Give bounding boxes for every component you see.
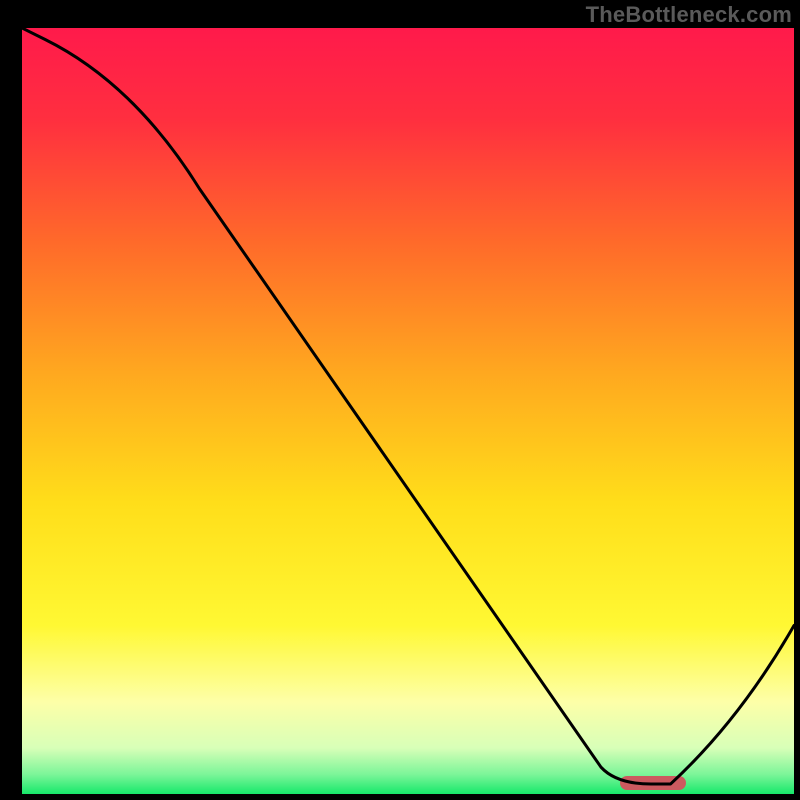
chart-frame: TheBottleneck.com	[0, 0, 800, 800]
watermark-text: TheBottleneck.com	[586, 2, 792, 28]
plot-area	[22, 28, 794, 794]
heat-gradient-background	[22, 28, 794, 794]
